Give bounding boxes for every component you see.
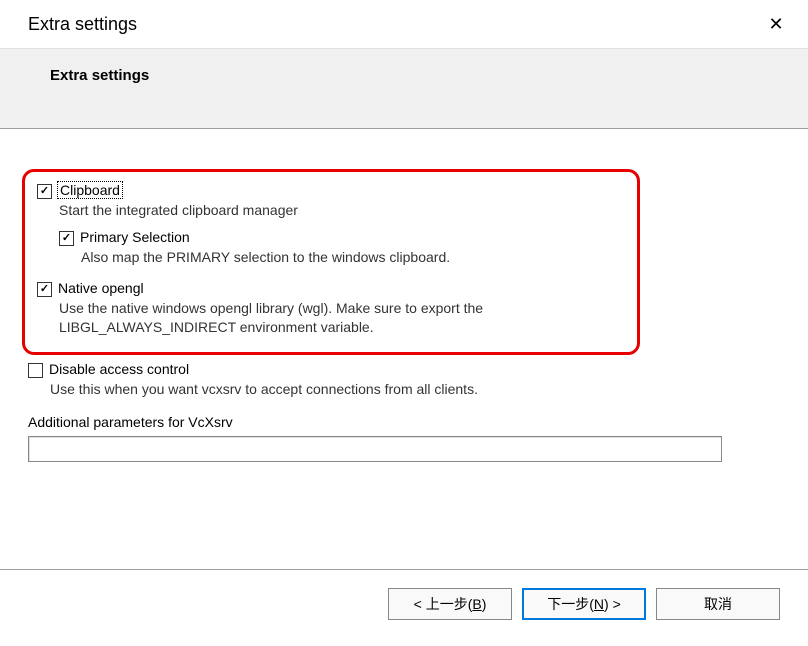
content-area: Clipboard Start the integrated clipboard… [0,129,808,482]
clipboard-desc: Start the integrated clipboard manager [59,201,627,219]
next-button-prefix: 下一步( [547,596,594,612]
disable-access-checkbox[interactable] [28,363,43,378]
back-button-prefix: < 上一步( [414,596,473,612]
disable-access-label[interactable]: Disable access control [49,361,189,377]
native-opengl-desc: Use the native windows opengl library (w… [59,299,627,335]
additional-params-input[interactable] [28,436,722,462]
additional-params-label: Additional parameters for VcXsrv [28,414,780,430]
next-button-suffix: ) > [604,596,621,612]
primary-selection-label[interactable]: Primary Selection [80,229,190,245]
primary-selection-option: Primary Selection Also map the PRIMARY s… [59,229,627,266]
highlighted-options-box: Clipboard Start the integrated clipboard… [22,169,640,355]
disable-access-desc: Use this when you want vcxsrv to accept … [50,380,780,398]
native-opengl-label[interactable]: Native opengl [58,280,144,296]
clipboard-label[interactable]: Clipboard [58,182,122,198]
primary-selection-checkbox[interactable] [59,231,74,246]
back-button-hotkey: B [472,596,481,612]
disable-access-option: Disable access control Use this when you… [28,361,780,398]
clipboard-option: Clipboard Start the integrated clipboard… [37,182,627,266]
native-opengl-checkbox[interactable] [37,282,52,297]
footer-buttons: < 上一步(B) 下一步(N) > 取消 [0,569,808,638]
next-button-hotkey: N [594,596,604,612]
close-button[interactable]: ✕ [760,8,792,40]
cancel-button[interactable]: 取消 [656,588,780,620]
next-button[interactable]: 下一步(N) > [522,588,646,620]
back-button[interactable]: < 上一步(B) [388,588,512,620]
primary-selection-desc: Also map the PRIMARY selection to the wi… [81,248,627,266]
native-opengl-option: Native opengl Use the native windows ope… [37,280,627,335]
window-title: Extra settings [28,14,137,35]
clipboard-checkbox[interactable] [37,184,52,199]
header-section: Extra settings [0,48,808,129]
header-title: Extra settings [50,67,780,84]
back-button-suffix: ) [482,596,487,612]
